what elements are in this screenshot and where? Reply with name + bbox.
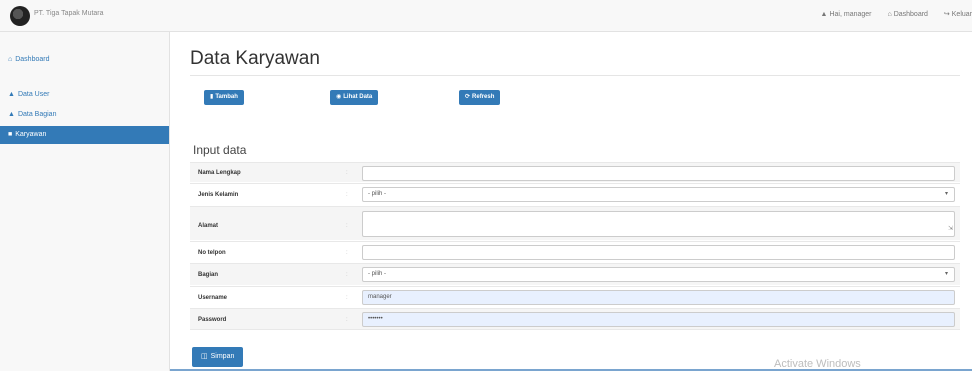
colon: : xyxy=(346,317,348,323)
sidebar-item-data-bagian[interactable]: ▲ Data Bagian xyxy=(0,106,169,124)
form-label: Bagian xyxy=(198,272,219,278)
home-icon: ⌂ xyxy=(8,56,13,63)
colon: : xyxy=(346,192,348,198)
form-label: Username xyxy=(198,295,228,301)
chevron-down-icon: ▾ xyxy=(944,191,948,197)
refresh-icon: ⟳ xyxy=(465,94,471,100)
nav-dashboard-link[interactable]: ⌂ Dashboard xyxy=(887,11,927,18)
alamat-textarea[interactable]: ⇲ xyxy=(362,211,955,237)
form-label: No telpon xyxy=(198,250,226,256)
navbar-right: ▲ Hai, manager ⌂ Dashboard ↪ Keluar xyxy=(807,10,972,18)
form-row-telpon: No telpon : xyxy=(190,241,960,262)
colon: : xyxy=(346,272,348,278)
activate-windows-watermark: Activate Windows xyxy=(774,358,861,370)
logout-link[interactable]: ↪ Keluar xyxy=(944,11,972,18)
username-input[interactable]: manager xyxy=(362,290,955,305)
company-logo xyxy=(10,6,30,26)
user-icon: ▲ xyxy=(820,11,828,18)
chevron-down-icon: ▾ xyxy=(944,271,948,277)
form-row-nama: Nama Lengkap : xyxy=(190,162,960,182)
logout-icon: ↪ xyxy=(943,11,950,18)
colon: : xyxy=(346,223,348,229)
tambah-button[interactable]: ▮ Tambah xyxy=(204,90,244,105)
divider xyxy=(190,75,960,76)
user-menu[interactable]: ▲ Hai, manager xyxy=(821,11,872,18)
form-label: Alamat xyxy=(198,223,219,229)
top-navbar: PT. Tiga Tapak Mutara ▲ Hai, manager ⌂ Das… xyxy=(0,0,972,32)
form-label: Nama Lengkap xyxy=(198,170,241,176)
form-row-password: Password : ••••••• xyxy=(190,308,960,330)
lihat-data-button[interactable]: ◉ Lihat Data xyxy=(330,90,379,105)
file-icon: ▮ xyxy=(210,94,214,100)
home-icon: ⌂ xyxy=(887,11,892,18)
bagian-select[interactable]: - pilih - ▾ xyxy=(362,267,955,282)
brand-name[interactable]: PT. Tiga Tapak Mutara xyxy=(34,10,104,17)
form-row-bagian: Bagian : - pilih - ▾ xyxy=(190,263,960,285)
password-input[interactable]: ••••••• xyxy=(362,312,955,327)
user-icon: ▲ xyxy=(8,111,15,118)
colon: : xyxy=(346,170,348,176)
form-title: Input data xyxy=(193,143,247,157)
resize-handle-icon[interactable]: ⇲ xyxy=(948,223,953,236)
colon: : xyxy=(346,250,348,256)
form-row-alamat: Alamat : ⇲ xyxy=(190,206,960,240)
refresh-button[interactable]: ⟳ Refresh xyxy=(459,90,501,105)
form-row-jenis: Jenis Kelamin : - pilih - ▾ xyxy=(190,183,960,205)
jenis-kelamin-select[interactable]: - pilih - ▾ xyxy=(362,187,955,202)
nama-lengkap-input[interactable] xyxy=(362,166,955,181)
sidebar: ⌂ Dashboard ▲ Data User ▲ Data Bagian ■ Kary… xyxy=(0,32,170,371)
form-label: Password xyxy=(198,317,227,323)
sidebar-item-karyawan[interactable]: ■ Karyawan xyxy=(0,126,169,144)
colon: : xyxy=(346,295,348,301)
eye-icon: ◉ xyxy=(336,94,342,100)
users-icon: ■ xyxy=(8,131,13,138)
sidebar-item-data-user[interactable]: ▲ Data User xyxy=(0,86,169,104)
form-label: Jenis Kelamin xyxy=(198,192,239,198)
simpan-button[interactable]: ◫ Simpan xyxy=(192,347,244,367)
user-icon: ▲ xyxy=(8,91,15,98)
no-telpon-input[interactable] xyxy=(362,245,955,260)
sidebar-item-dashboard[interactable]: ⌂ Dashboard xyxy=(0,51,169,69)
save-icon: ◫ xyxy=(201,353,208,360)
page-title: Data Karyawan xyxy=(190,48,320,69)
form-row-username: Username : manager xyxy=(190,286,960,307)
